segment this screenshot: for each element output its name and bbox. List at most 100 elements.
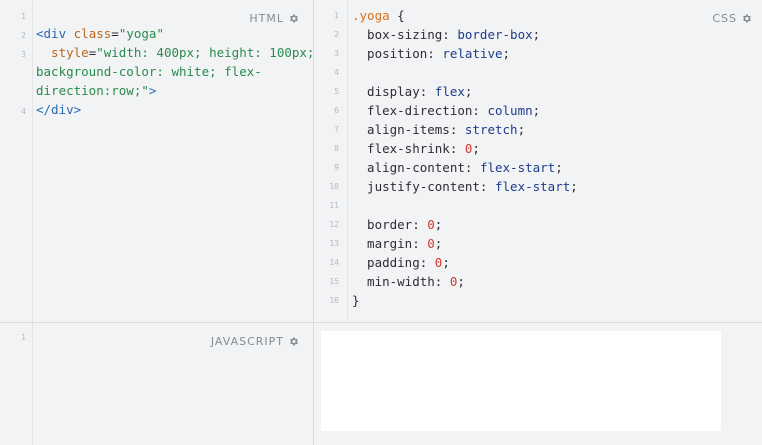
javascript-editor-pane[interactable]: 1 JAVASCRIPT — [0, 323, 313, 445]
code-token: flex-shrink: — [352, 141, 465, 156]
code-line: min-width: 0; — [352, 272, 578, 291]
line-number: 14 — [329, 258, 339, 267]
code-token: margin: — [352, 236, 428, 251]
line-number: 6 — [334, 106, 339, 115]
code-token: > — [148, 83, 157, 98]
css-code-area[interactable]: .yoga { box-sizing: border-box; position… — [352, 6, 578, 310]
line-number: 4 — [21, 107, 26, 116]
js-line-gutter: 1 — [0, 323, 33, 445]
code-token: direction:row;" — [36, 83, 149, 98]
line-number: 12 — [329, 220, 339, 229]
code-token: "width: 400px; height: 100px; — [96, 45, 313, 60]
line-number: 4 — [334, 68, 339, 77]
code-token: ; — [555, 160, 563, 175]
code-token: flex-start — [495, 179, 571, 194]
code-line: flex-direction: column; — [352, 101, 578, 120]
code-token: ; — [442, 255, 450, 270]
code-line: .yoga { — [352, 6, 578, 25]
code-line: flex-shrink: 0; — [352, 139, 578, 158]
vertical-pane-divider[interactable] — [313, 0, 314, 445]
code-token: { — [389, 8, 405, 23]
gear-icon[interactable] — [741, 13, 752, 24]
code-token: "yoga" — [118, 26, 164, 41]
code-token: padding: — [352, 255, 435, 270]
code-token: ; — [472, 141, 480, 156]
code-token: ; — [532, 27, 541, 42]
code-token: class — [73, 26, 112, 41]
line-number: 1 — [21, 333, 26, 342]
code-line: </div> — [36, 100, 313, 119]
line-number: 9 — [334, 163, 339, 172]
code-token: align-items: — [352, 122, 465, 137]
code-token: 0 — [427, 236, 435, 251]
line-number: 7 — [334, 125, 339, 134]
html-code-area[interactable]: <div class="yoga" style = "width: 400px; h… — [36, 24, 313, 119]
code-token: ; — [434, 236, 443, 251]
line-number: 2 — [21, 31, 26, 40]
code-token: ; — [457, 274, 465, 289]
code-token: border: — [352, 217, 428, 232]
code-line: align-content: flex-start; — [352, 158, 578, 177]
code-token: .yoga — [352, 8, 390, 23]
horizontal-pane-divider[interactable] — [0, 322, 762, 323]
code-line: padding: 0; — [352, 253, 578, 272]
javascript-label-text: JAVASCRIPT — [210, 335, 284, 348]
code-line: justify-content: flex-start; — [352, 177, 578, 196]
code-line: align-items: stretch; — [352, 120, 578, 139]
code-line: <div class="yoga" — [36, 24, 313, 43]
html-editor-pane[interactable]: 1 2 3 4 <div class="yoga" style="width: … — [0, 0, 313, 322]
code-token: min-width: — [352, 274, 450, 289]
code-token: 0 — [427, 217, 435, 232]
code-token: </div> — [36, 102, 82, 117]
code-line: border: 0; — [352, 215, 578, 234]
html-pane-label[interactable]: HTML — [249, 12, 299, 25]
code-line: box-sizing: border-box; — [352, 25, 578, 44]
code-token: ; — [532, 103, 541, 118]
code-token: } — [352, 293, 360, 308]
line-number: 8 — [334, 144, 339, 153]
code-token: flex — [434, 84, 465, 99]
html-label-text: HTML — [249, 12, 284, 25]
code-line: display: flex; — [352, 82, 578, 101]
code-line: background-color: white; flex- — [36, 62, 313, 81]
line-number: 3 — [334, 49, 339, 58]
code-token: flex-direction: — [352, 103, 488, 118]
yoga-output-box — [321, 331, 721, 431]
code-token: justify-content: — [352, 179, 495, 194]
line-number: 16 — [329, 296, 339, 305]
gear-icon[interactable] — [288, 13, 299, 24]
code-token: <div — [36, 26, 74, 41]
code-token: ; — [570, 179, 578, 194]
code-token: position: — [352, 46, 443, 61]
css-label-text: CSS — [712, 12, 737, 25]
javascript-pane-label[interactable]: JAVASCRIPT — [211, 335, 299, 348]
line-number: 2 — [334, 30, 339, 39]
code-token: style — [36, 45, 89, 60]
code-token: align-content: — [352, 160, 480, 175]
line-number: 3 — [21, 50, 26, 59]
gear-icon[interactable] — [288, 336, 299, 347]
code-token: stretch — [464, 122, 518, 137]
code-token: flex-start — [479, 160, 556, 175]
line-number: 5 — [334, 87, 339, 96]
line-number: 15 — [329, 277, 339, 286]
code-token: = — [111, 26, 119, 41]
css-editor-pane[interactable]: 1 2 3 4 5 6 7 8 9 10 11 12 13 14 15 16 .yoga { box-sizi… — [314, 0, 762, 322]
code-token: border-box — [457, 27, 533, 42]
line-number: 13 — [329, 239, 339, 248]
line-number: 11 — [329, 201, 339, 210]
code-token: background-color: white; flex- — [36, 64, 262, 79]
code-token: column — [487, 103, 533, 118]
css-line-gutter: 1 2 3 4 5 6 7 8 9 10 11 12 13 14 15 16 — [314, 0, 348, 322]
code-token: ; — [464, 84, 473, 99]
line-number: 1 — [334, 11, 339, 20]
code-token: relative — [442, 46, 503, 61]
code-line: direction:row;"> — [36, 81, 313, 100]
code-token: ; — [434, 217, 443, 232]
code-line: } — [352, 291, 578, 310]
css-pane-label[interactable]: CSS — [712, 12, 752, 25]
code-token: box-sizing: — [352, 27, 458, 42]
code-line: margin: 0; — [352, 234, 578, 253]
